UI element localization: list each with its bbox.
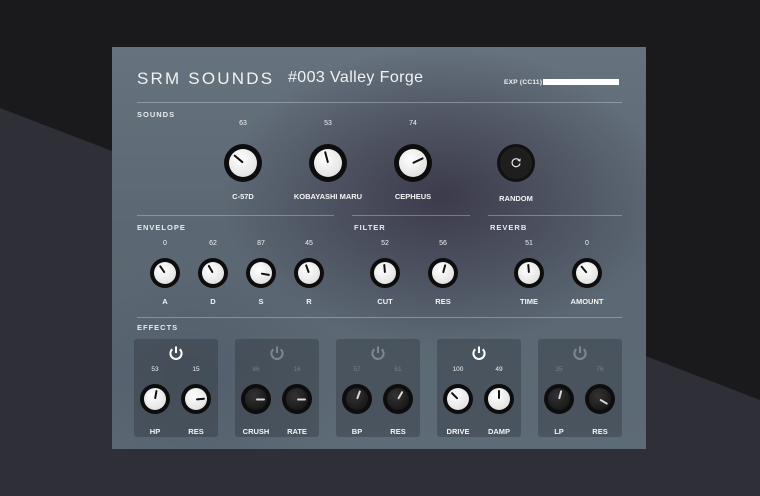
exp-label: EXP (CC11) (504, 79, 543, 86)
effect-knob-label: RES (188, 427, 204, 436)
hp-knob[interactable] (140, 384, 170, 414)
lp-knob[interactable] (544, 384, 574, 414)
filter-knob-value: 52 (381, 240, 389, 247)
sound-knob-value: 63 (239, 120, 247, 127)
sound-knob-value: 74 (409, 120, 417, 127)
drive-knob[interactable] (443, 384, 473, 414)
sounds-section-title: SOUNDS (137, 110, 176, 119)
filter-section-title: FILTER (354, 223, 386, 232)
reverb-knob-value: 51 (525, 240, 533, 247)
filter-res-knob[interactable] (428, 258, 458, 288)
effect-knob-value: 86 (252, 366, 260, 373)
power-icon[interactable] (369, 344, 387, 362)
effect-knob-value: 35 (555, 366, 563, 373)
sound-knob-value: 53 (324, 120, 332, 127)
effect-knob-value: 16 (293, 366, 301, 373)
effects-section-title: EFFECTS (137, 323, 179, 332)
effect-unit-bp: 57 61 BP RES (336, 339, 420, 437)
plugin-panel: SRM SOUNDS #003 Valley Forge EXP (CC11) … (112, 47, 646, 449)
refresh-icon (511, 158, 521, 168)
cepheus-knob[interactable] (394, 144, 432, 182)
power-icon[interactable] (268, 344, 286, 362)
envelope-section-title: ENVELOPE (137, 223, 186, 232)
effect-knob-value: 15 (192, 366, 200, 373)
exp-slider[interactable] (543, 79, 619, 85)
reverb-time-knob[interactable] (514, 258, 544, 288)
bp-knob[interactable] (342, 384, 372, 414)
effect-knob-value: 100 (452, 366, 464, 373)
effect-knob-value: 61 (394, 366, 402, 373)
rate-knob[interactable] (282, 384, 312, 414)
power-icon[interactable] (571, 344, 589, 362)
reverb-section-title: REVERB (490, 223, 528, 232)
effect-knob-value: 76 (596, 366, 604, 373)
effect-knob-value: 49 (495, 366, 503, 373)
sustain-knob[interactable] (246, 258, 276, 288)
envelope-knob-value: 87 (257, 240, 265, 247)
reverb-amount-knob[interactable] (572, 258, 602, 288)
sound-knob-label: CEPHEUS (394, 192, 432, 201)
effect-unit-hp: 53 15 HP RES (134, 339, 218, 437)
divider (137, 215, 334, 216)
lp-res-knob[interactable] (585, 384, 615, 414)
envelope-knob-value: 0 (163, 240, 167, 247)
release-knob[interactable] (294, 258, 324, 288)
envelope-knob-value: 45 (305, 240, 313, 247)
random-button[interactable] (497, 144, 535, 182)
reverb-knob-label: AMOUNT (570, 297, 604, 306)
effect-knob-label: RES (390, 427, 406, 436)
attack-knob[interactable] (150, 258, 180, 288)
power-icon[interactable] (167, 344, 185, 362)
effect-knob-label: RES (592, 427, 608, 436)
divider (137, 102, 622, 103)
divider (488, 215, 622, 216)
brand-title: SRM SOUNDS (137, 69, 275, 88)
effect-knob-value: 57 (353, 366, 361, 373)
effect-knob-label: DAMP (487, 427, 511, 436)
bp-res-knob[interactable] (383, 384, 413, 414)
effect-unit-crush: 86 16 CRUSH RATE (235, 339, 319, 437)
effect-unit-drive: 100 49 DRIVE DAMP (437, 339, 521, 437)
envelope-knob-value: 62 (209, 240, 217, 247)
decay-knob[interactable] (198, 258, 228, 288)
damp-knob[interactable] (484, 384, 514, 414)
crush-knob[interactable] (241, 384, 271, 414)
effect-knob-value: 53 (151, 366, 159, 373)
kobayashi-maru-knob[interactable] (309, 144, 347, 182)
c57d-knob[interactable] (224, 144, 262, 182)
patch-name[interactable]: #003 Valley Forge (288, 69, 423, 87)
random-label: RANDOM (499, 194, 533, 203)
power-icon[interactable] (470, 344, 488, 362)
divider (352, 215, 470, 216)
reverb-knob-value: 0 (585, 240, 589, 247)
hp-res-knob[interactable] (181, 384, 211, 414)
filter-knob-value: 56 (439, 240, 447, 247)
divider (137, 317, 622, 318)
cutoff-knob[interactable] (370, 258, 400, 288)
effect-knob-label: RATE (287, 427, 307, 436)
effect-unit-lp: 35 76 LP RES (538, 339, 622, 437)
